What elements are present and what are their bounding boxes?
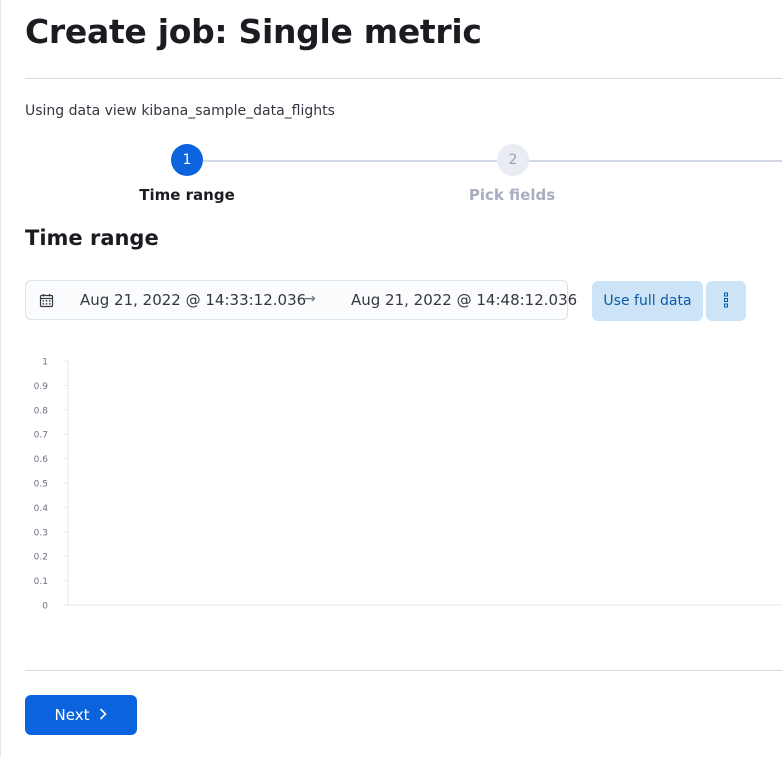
end-date[interactable]: Aug 21, 2022 @ 14:48:12.036	[351, 291, 577, 309]
step-2-title[interactable]: Pick fields	[469, 186, 555, 204]
header-divider	[25, 78, 782, 79]
step-1-number[interactable]: 1	[171, 144, 203, 176]
page-title: Create job: Single metric	[25, 12, 482, 51]
footer-divider	[25, 670, 782, 671]
vertical-ellipsis-icon	[723, 292, 729, 311]
step-connector	[203, 160, 497, 162]
step-connector	[529, 160, 782, 162]
arrow-right-icon: →	[304, 291, 316, 307]
more-options-button[interactable]	[706, 281, 746, 321]
y-tick-label: 0	[42, 602, 48, 612]
calendar-icon[interactable]	[39, 293, 54, 308]
y-tick-label: 0.5	[34, 480, 48, 490]
y-tick-label: 1	[42, 358, 48, 368]
y-tick-label: 0.9	[34, 382, 49, 392]
step-1-title[interactable]: Time range	[139, 186, 235, 204]
date-range-picker: Aug 21, 2022 @ 14:33:12.036 → Aug 21, 20…	[25, 280, 577, 320]
event-rate-chart: 00.10.20.30.40.50.60.70.80.9108-21 14:34…	[34, 358, 782, 612]
y-tick-label: 0.4	[34, 504, 49, 514]
next-button[interactable]: Next	[25, 695, 137, 735]
use-full-data-button[interactable]: Use full data	[592, 281, 703, 321]
y-tick-label: 0.6	[34, 455, 49, 465]
y-tick-label: 0.7	[34, 431, 48, 441]
y-tick-label: 0.3	[34, 528, 48, 538]
y-tick-label: 0.2	[34, 553, 48, 563]
step-2-number[interactable]: 2	[497, 144, 529, 176]
data-view-label: Using data view kibana_sample_data_fligh…	[25, 103, 335, 119]
section-title: Time range	[25, 226, 159, 250]
next-label: Next	[54, 706, 90, 724]
y-tick-label: 0.8	[34, 406, 49, 416]
chevron-right-icon	[99, 706, 108, 724]
y-tick-label: 0.1	[34, 577, 48, 587]
start-date[interactable]: Aug 21, 2022 @ 14:33:12.036	[80, 291, 306, 309]
